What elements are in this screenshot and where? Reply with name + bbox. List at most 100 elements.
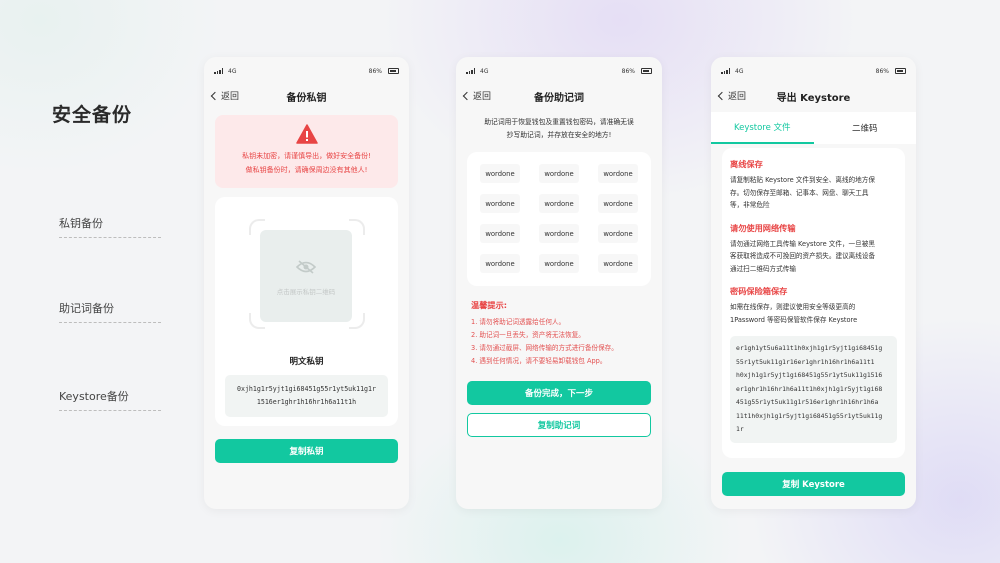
tab-bar: Keystore 文件 二维码 bbox=[711, 112, 916, 144]
back-label: 返回 bbox=[728, 92, 747, 102]
copy-mnemonic-button[interactable]: 复制助记词 bbox=[467, 413, 651, 437]
nav-title: 导出 Keystore bbox=[776, 92, 851, 104]
section-no-network: 请勿使用网络传输 请勿通过网络工具传输 Keystore 文件，一旦被黑 客获取… bbox=[730, 222, 897, 276]
network-label: 4G bbox=[228, 67, 237, 75]
section-password-vault: 密码保险箱保存 如需在线保存，则建议使用安全等级更高的 1Password 等密… bbox=[730, 285, 897, 326]
section-offline: 离线保存 请复制粘贴 Keystore 文件到安全、离线的地方保 存。切勿保存至… bbox=[730, 158, 897, 212]
keystore-line: 11t1h0xjh1g1r5yjt1gi68451g55r1yt5uk11g bbox=[736, 411, 883, 420]
tip-item: 4. 遇到任何情况，请不要轻易卸载钱包 App。 bbox=[471, 357, 607, 365]
keystore-line: 451g55r1yt5uk11g1r516er1ghr1h16hr1h6a bbox=[736, 398, 879, 406]
phone-backup-private-key: 4G 86% 返回 备份私钥 私钥未加密，请谨慎导出，做好安全备份! 做私钥备份… bbox=[204, 57, 409, 509]
mnemonic-word: wordone bbox=[598, 254, 638, 273]
intro-text: 助记词用于恢复钱包及重置钱包密码，请准确无误 抄写助记词，并存放在安全的地方! bbox=[456, 116, 662, 142]
section-title: 离线保存 bbox=[730, 159, 763, 169]
mnemonic-word: wordone bbox=[598, 224, 638, 243]
warning-banner: 私钥未加密，请谨慎导出，做好安全备份! 做私钥备份时，请确保周边没有其他人! bbox=[215, 115, 398, 188]
backup-done-button[interactable]: 备份完成，下一步 bbox=[467, 381, 651, 405]
mnemonic-word: wordone bbox=[480, 164, 520, 183]
tips-title: 温馨提示: bbox=[471, 300, 508, 310]
battery-icon bbox=[388, 68, 399, 74]
private-key-card: 点击展示私钥二维码 明文私钥 0xjh1g1r5yjt1gi68451g55r1… bbox=[215, 197, 398, 426]
private-key-box[interactable]: 0xjh1g1r5yjt1gi68451g55r1yt5uk11g1r 1516… bbox=[225, 375, 388, 417]
section-line: 如需在线保存，则建议使用安全等级更高的 bbox=[730, 303, 856, 311]
nav-bar: 返回 备份私钥 bbox=[204, 85, 409, 107]
signal-icon bbox=[466, 68, 475, 74]
section-line: 1Password 等密码保管软件保存 Keystore bbox=[730, 315, 858, 324]
keystore-line: er1gh1yt5u6a11t1h0xjh1g1r5yjt1gi68451g bbox=[736, 344, 883, 352]
section-line: 通过扫二维码方式传输 bbox=[730, 264, 796, 273]
section-title: 密码保险箱保存 bbox=[730, 286, 788, 296]
keystore-line: h0xjh1g1r5yjt1gi68451g55r1yt5uk11g1516 bbox=[736, 371, 883, 379]
mnemonic-word: wordone bbox=[539, 254, 579, 273]
signal-icon bbox=[214, 68, 223, 74]
back-button[interactable]: 返回 bbox=[210, 89, 240, 102]
side-label-keystore: Keystore备份 bbox=[59, 388, 161, 411]
qr-hint: 点击展示私钥二维码 bbox=[276, 288, 336, 296]
copy-private-key-button[interactable]: 复制私钥 bbox=[215, 439, 398, 463]
phone-backup-mnemonic: 4G 86% 返回 备份助记词 助记词用于恢复钱包及重置钱包密码，请准确无误 抄… bbox=[456, 57, 662, 509]
nav-bar: 返回 导出 Keystore bbox=[711, 85, 916, 107]
private-key-line-2: 1516er1ghr1h16hr1h6a11t1h bbox=[256, 398, 357, 406]
back-label: 返回 bbox=[473, 92, 492, 102]
tip-item: 1. 请勿将助记词透露给任何人。 bbox=[471, 318, 566, 326]
mnemonic-word: wordone bbox=[539, 194, 579, 213]
chevron-left-icon bbox=[462, 91, 472, 100]
chevron-left-icon bbox=[717, 91, 727, 100]
mnemonic-word: wordone bbox=[539, 224, 579, 243]
show-qr-button[interactable]: 点击展示私钥二维码 bbox=[260, 230, 352, 322]
mnemonic-word: wordone bbox=[598, 194, 638, 213]
keystore-line: er1ghr1h16hr1h6a11t1h0xjh1g1r5yjt1gi68 bbox=[736, 384, 883, 393]
battery-label: 86% bbox=[368, 67, 382, 75]
back-button[interactable]: 返回 bbox=[462, 89, 492, 102]
page-title: 安全备份 bbox=[52, 104, 133, 126]
mnemonic-word: wordone bbox=[480, 194, 520, 213]
keystore-content-card: 离线保存 请复制粘贴 Keystore 文件到安全、离线的地方保 存。切勿保存至… bbox=[722, 148, 905, 458]
tips-block: 温馨提示: 1. 请勿将助记词透露给任何人。 2. 助记词一旦丢失，资产将无法恢… bbox=[471, 299, 618, 368]
signal-icon bbox=[721, 68, 730, 74]
warning-text-1: 私钥未加密，请谨慎导出，做好安全备份! bbox=[242, 152, 371, 160]
battery-icon bbox=[641, 68, 652, 74]
keystore-text-box[interactable]: er1gh1yt5u6a11t1h0xjh1g1r5yjt1gi68451g 5… bbox=[730, 336, 897, 443]
nav-title: 备份助记词 bbox=[534, 92, 584, 104]
back-label: 返回 bbox=[221, 92, 240, 102]
section-line: 请复制粘贴 Keystore 文件到安全、离线的地方保 bbox=[730, 176, 875, 184]
back-button[interactable]: 返回 bbox=[717, 89, 747, 102]
intro-line-2: 抄写助记词，并存放在安全的地方! bbox=[506, 131, 612, 139]
section-line: 客获取将造成不可挽回的资产损失。建议离线设备 bbox=[730, 252, 876, 260]
private-key-line-1: 0xjh1g1r5yjt1gi68451g55r1yt5uk11g1r bbox=[237, 385, 376, 393]
plain-key-title: 明文私钥 bbox=[289, 357, 324, 367]
chevron-left-icon bbox=[210, 91, 220, 100]
mnemonic-word: wordone bbox=[598, 164, 638, 183]
copy-keystore-button[interactable]: 复制 Keystore bbox=[722, 472, 905, 496]
battery-icon bbox=[895, 68, 906, 74]
network-label: 4G bbox=[480, 67, 489, 75]
tip-item: 3. 请勿通过截屏、网络传输的方式进行备份保存。 bbox=[471, 344, 618, 352]
section-title: 请勿使用网络传输 bbox=[730, 222, 796, 233]
nav-bar: 返回 备份助记词 bbox=[456, 85, 662, 107]
keystore-line: 55r1yt5uk11g1r16er1ghr1h16hr1h6a11t1 bbox=[736, 357, 875, 366]
nav-title: 备份私钥 bbox=[286, 92, 327, 104]
warning-icon bbox=[295, 124, 318, 144]
tab-keystore-file[interactable]: Keystore 文件 bbox=[711, 112, 814, 144]
status-bar: 4G 86% bbox=[711, 57, 916, 85]
intro-line-1: 助记词用于恢复钱包及重置钱包密码，请准确无误 bbox=[484, 118, 634, 126]
side-label-private-key: 私钥备份 bbox=[59, 215, 161, 238]
battery-label: 86% bbox=[621, 67, 635, 75]
section-line: 等，非常危险 bbox=[730, 201, 770, 209]
mnemonic-word: wordone bbox=[480, 254, 520, 273]
status-bar: 4G 86% bbox=[456, 57, 662, 85]
mnemonic-word: wordone bbox=[539, 164, 579, 183]
mnemonic-word: wordone bbox=[480, 224, 520, 243]
network-label: 4G bbox=[735, 67, 744, 75]
warning-text-2: 做私钥备份时，请确保周边没有其他人! bbox=[245, 166, 368, 174]
eye-off-icon bbox=[295, 260, 317, 274]
tab-qr-code[interactable]: 二维码 bbox=[814, 112, 917, 144]
keystore-line: 1r bbox=[736, 425, 744, 433]
status-bar: 4G 86% bbox=[204, 57, 409, 85]
tip-item: 2. 助记词一旦丢失，资产将无法恢复。 bbox=[471, 331, 585, 339]
section-line: 请勿通过网络工具传输 Keystore 文件，一旦被黑 bbox=[730, 239, 875, 248]
mnemonic-grid: wordone wordone wordone wordone wordone … bbox=[467, 152, 651, 286]
phone-export-keystore: 4G 86% 返回 导出 Keystore Keystore 文件 二维码 离线… bbox=[711, 57, 916, 509]
side-label-mnemonic: 助记词备份 bbox=[59, 300, 161, 323]
section-line: 存。切勿保存至邮箱、记事本、网盘、聊天工具 bbox=[730, 188, 869, 197]
